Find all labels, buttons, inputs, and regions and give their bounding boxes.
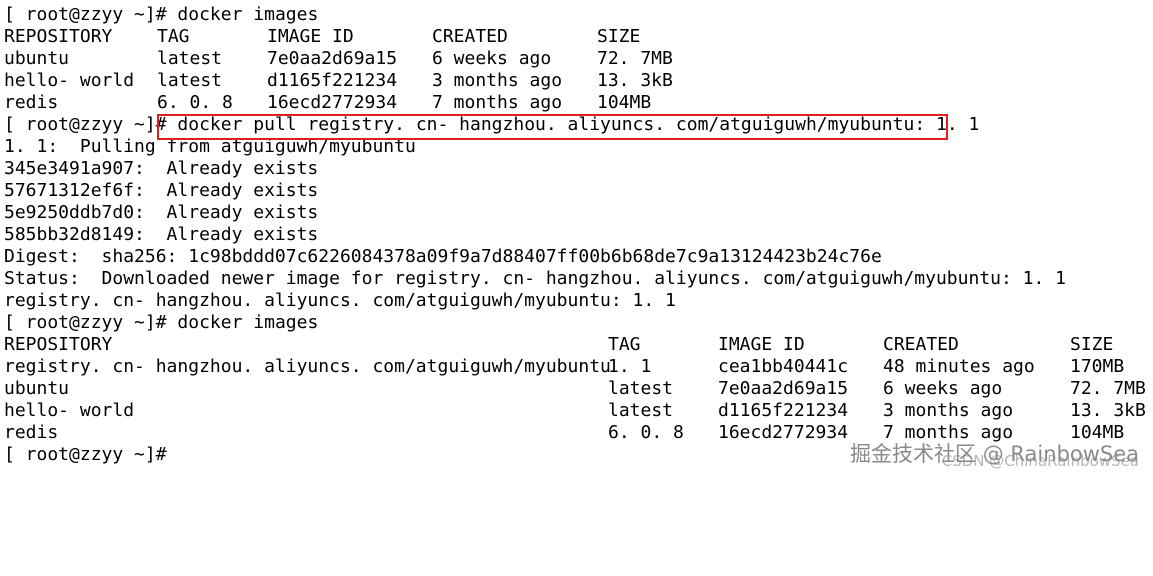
- size-cell: 13. 3kB: [1070, 400, 1146, 421]
- tag-cell: 1. 1: [608, 356, 652, 377]
- image-id-cell: 16ecd2772934: [718, 422, 849, 443]
- column-header-tag: TAG: [608, 334, 641, 355]
- image-id-cell: 7e0aa2d69a15: [718, 378, 849, 399]
- output-line: 5e9250ddb7d0: Already exists: [4, 202, 319, 223]
- column-header-created: CREATED: [883, 334, 959, 355]
- column-header-tag: TAG: [157, 26, 190, 47]
- column-header-repository: REPOSITORY: [4, 26, 113, 47]
- table-header: REPOSITORY TAG IMAGE ID CREATED SIZE: [4, 334, 1153, 356]
- table-row: registry. cn- hangzhou. aliyuncs. com/at…: [4, 356, 1153, 378]
- column-header-created: CREATED: [432, 26, 508, 47]
- column-header-repository: REPOSITORY: [4, 334, 113, 355]
- image-id-cell: d1165f221234: [267, 70, 398, 91]
- repository-cell: registry. cn- hangzhou. aliyuncs. com/at…: [4, 356, 611, 377]
- output-line: Digest: sha256: 1c98bddd07c6226084378a09…: [4, 246, 882, 267]
- cursor: [167, 444, 178, 465]
- terminal-output[interactable]: [ root@zzyy ~]# docker images REPOSITORY…: [4, 4, 1153, 481]
- prompt: [ root@zzyy ~]#: [4, 114, 167, 135]
- highlight-box: [157, 114, 948, 140]
- created-cell: 3 months ago: [432, 70, 563, 91]
- column-header-image-id: IMAGE ID: [718, 334, 805, 355]
- repository-cell: hello- world: [4, 70, 135, 91]
- prompt: [ root@zzyy ~]#: [4, 312, 167, 333]
- table-row: redis 6. 0. 8 16ecd2772934 7 months ago …: [4, 92, 1153, 114]
- size-cell: 72. 7MB: [1070, 378, 1146, 399]
- created-cell: 6 weeks ago: [883, 378, 1003, 399]
- created-cell: 6 weeks ago: [432, 48, 552, 69]
- watermark-juejin: 掘金技术社区 @ RainbowSea: [850, 442, 1139, 466]
- prompt-line: [ root@zzyy ~]# docker images: [4, 4, 1153, 26]
- created-cell: 7 months ago: [432, 92, 563, 113]
- command-text: docker images: [177, 312, 319, 333]
- table-header: REPOSITORY TAG IMAGE ID CREATED SIZE: [4, 26, 1153, 48]
- table-row: hello- world latest d1165f221234 3 month…: [4, 400, 1153, 422]
- prompt: [ root@zzyy ~]#: [4, 4, 167, 25]
- tag-cell: latest: [608, 378, 674, 399]
- repository-cell: redis: [4, 92, 59, 113]
- tag-cell: latest: [157, 70, 223, 91]
- size-cell: 170MB: [1070, 356, 1125, 377]
- repository-cell: hello- world: [4, 400, 135, 421]
- output-line: 345e3491a907: Already exists: [4, 158, 319, 179]
- output-line: registry. cn- hangzhou. aliyuncs. com/at…: [4, 290, 676, 311]
- table-row: ubuntu latest 7e0aa2d69a15 6 weeks ago 7…: [4, 48, 1153, 70]
- column-header-image-id: IMAGE ID: [267, 26, 354, 47]
- command-text: docker images: [177, 4, 319, 25]
- column-header-size: SIZE: [1070, 334, 1114, 355]
- image-id-cell: d1165f221234: [718, 400, 849, 421]
- table-row: ubuntu latest 7e0aa2d69a15 6 weeks ago 7…: [4, 378, 1153, 400]
- tag-cell: latest: [157, 48, 223, 69]
- table-row: hello- world latest d1165f221234 3 month…: [4, 70, 1153, 92]
- image-id-cell: cea1bb40441c: [718, 356, 849, 377]
- created-cell: 48 minutes ago: [883, 356, 1035, 377]
- size-cell: 104MB: [597, 92, 652, 113]
- output-line: 57671312ef6f: Already exists: [4, 180, 319, 201]
- repository-cell: ubuntu: [4, 378, 70, 399]
- size-cell: 72. 7MB: [597, 48, 673, 69]
- repository-cell: ubuntu: [4, 48, 70, 69]
- tag-cell: 6. 0. 8: [157, 92, 233, 113]
- tag-cell: 6. 0. 8: [608, 422, 684, 443]
- output-line: 585bb32d8149: Already exists: [4, 224, 319, 245]
- image-id-cell: 16ecd2772934: [267, 92, 398, 113]
- created-cell: 3 months ago: [883, 400, 1014, 421]
- image-id-cell: 7e0aa2d69a15: [267, 48, 398, 69]
- size-cell: 13. 3kB: [597, 70, 673, 91]
- output-line: Status: Downloaded newer image for regis…: [4, 268, 1067, 289]
- repository-cell: redis: [4, 422, 59, 443]
- prompt: [ root@zzyy ~]#: [4, 444, 167, 465]
- prompt-line: [ root@zzyy ~]# docker images: [4, 312, 1153, 334]
- column-header-size: SIZE: [597, 26, 641, 47]
- tag-cell: latest: [608, 400, 674, 421]
